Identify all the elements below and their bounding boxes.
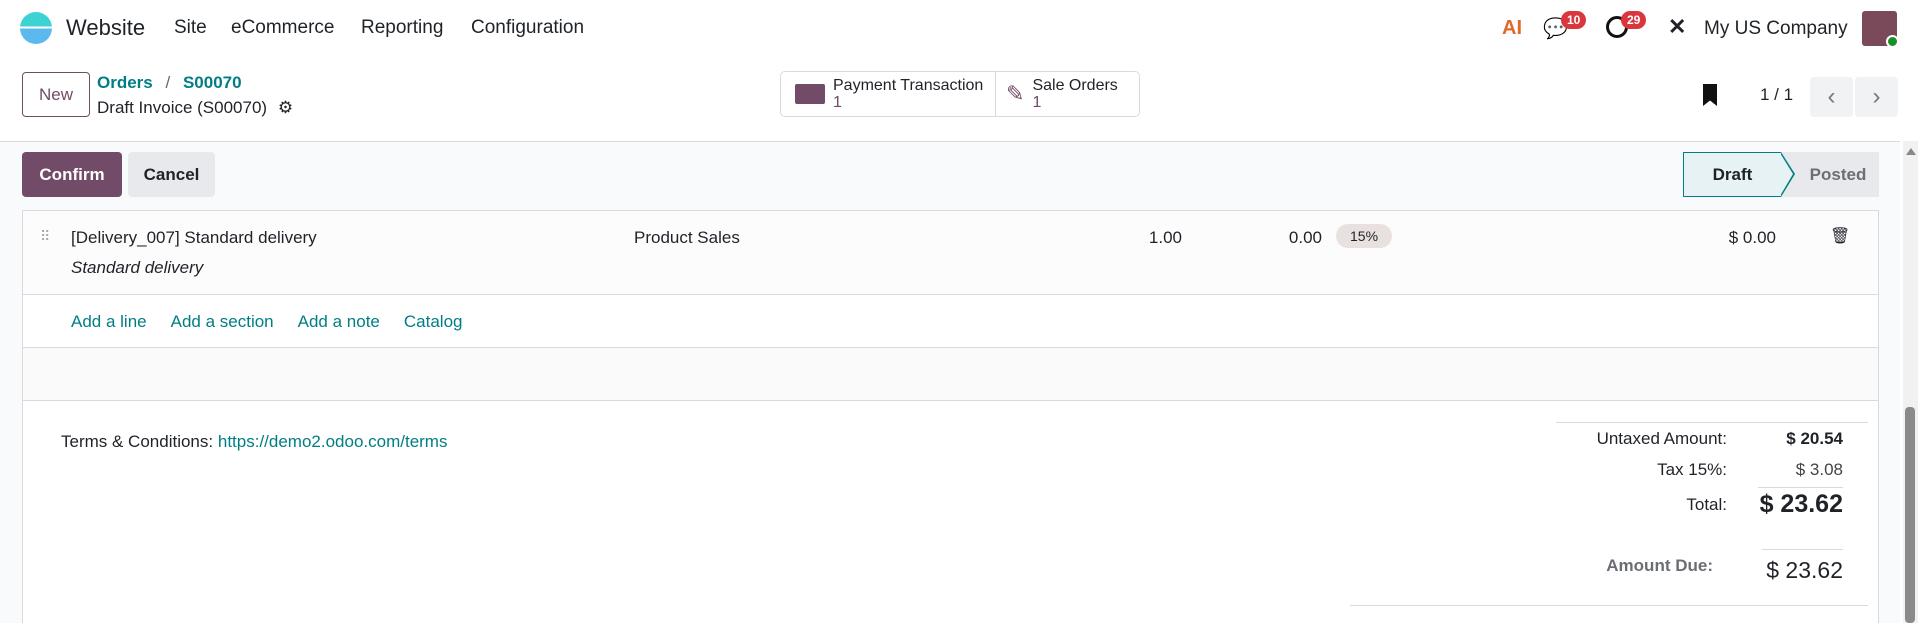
smart-value: 1 xyxy=(1032,94,1042,111)
invoice-line-row[interactable] xyxy=(23,211,1878,294)
cancel-button[interactable]: Cancel xyxy=(128,152,215,197)
tax-value: $ 3.08 xyxy=(1795,460,1843,479)
add-line-link[interactable]: Add a line xyxy=(71,312,147,332)
line-subtotal: $ 0.00 xyxy=(1728,228,1776,247)
menu-reporting[interactable]: Reporting xyxy=(361,17,443,39)
line-quantity[interactable]: 1.00 xyxy=(1082,228,1182,248)
menu-site[interactable]: Site xyxy=(174,17,207,39)
smart-button-group: Payment Transaction 1 ✎ Sale Orders 1 xyxy=(780,71,1140,117)
breadcrumb-orders[interactable]: Orders xyxy=(97,73,153,92)
smart-label: Payment Transaction xyxy=(833,77,984,94)
line-price[interactable]: 0.00 xyxy=(1222,228,1322,248)
online-status-icon xyxy=(1886,35,1899,48)
money-icon xyxy=(795,84,825,104)
line-product[interactable]: [Delivery_007] Standard delivery xyxy=(71,228,317,248)
stage-draft[interactable]: Draft xyxy=(1683,152,1781,197)
amount-due-label: Amount Due: xyxy=(1606,556,1713,575)
divider xyxy=(1350,605,1868,606)
drag-handle-icon[interactable]: ⠿ xyxy=(40,228,50,245)
breadcrumb-separator: / xyxy=(165,73,171,92)
terms-link[interactable]: https://demo2.odoo.com/terms xyxy=(218,432,448,451)
total-label: Total: xyxy=(1686,495,1727,514)
stage-arrow-fill xyxy=(1780,153,1793,196)
payment-transaction-button[interactable]: Payment Transaction 1 xyxy=(781,72,996,116)
empty-row xyxy=(23,348,1878,400)
edit-icon: ✎ xyxy=(1006,81,1025,106)
scrollbar[interactable] xyxy=(1903,141,1918,623)
bookmark-icon[interactable] xyxy=(1703,84,1717,106)
divider xyxy=(1758,487,1843,488)
pager-previous-button[interactable]: ‹ xyxy=(1810,77,1853,117)
gear-icon[interactable]: ⚙ xyxy=(278,98,293,117)
terms: Terms & Conditions: https://demo2.odoo.c… xyxy=(61,432,447,452)
pager-value[interactable]: 1 / 1 xyxy=(1760,85,1793,105)
status-bar: Draft Posted xyxy=(1683,152,1879,197)
untaxed-value: $ 20.54 xyxy=(1786,429,1843,448)
ai-icon[interactable]: AI xyxy=(1502,17,1522,40)
record-title-text: Draft Invoice (S00070) xyxy=(97,98,268,117)
breadcrumb: Orders / S00070 xyxy=(97,73,242,93)
total-value: $ 23.62 xyxy=(1759,490,1843,518)
line-account[interactable]: Product Sales xyxy=(634,228,740,248)
app-logo-icon[interactable] xyxy=(20,12,52,44)
pager-next-button[interactable]: › xyxy=(1855,77,1898,117)
tax-badge[interactable]: 15% xyxy=(1336,224,1393,248)
user-avatar[interactable] xyxy=(1862,11,1899,48)
breadcrumb-order[interactable]: S00070 xyxy=(183,73,242,92)
untaxed-label: Untaxed Amount: xyxy=(1596,429,1727,448)
tax-label: Tax 15%: xyxy=(1657,460,1727,479)
company-switcher[interactable]: My US Company xyxy=(1704,18,1848,40)
activities-badge: 29 xyxy=(1621,11,1647,29)
catalog-link[interactable]: Catalog xyxy=(404,312,463,332)
menu-configuration[interactable]: Configuration xyxy=(471,17,584,39)
app-name[interactable]: Website xyxy=(66,15,145,41)
line-description[interactable]: Standard delivery xyxy=(71,258,203,278)
sale-orders-button[interactable]: ✎ Sale Orders 1 xyxy=(996,72,1139,116)
confirm-button[interactable]: Confirm xyxy=(22,152,122,197)
add-note-link[interactable]: Add a note xyxy=(298,312,380,332)
messages-badge: 10 xyxy=(1561,11,1587,29)
smart-value: 1 xyxy=(833,94,842,111)
record-title: Draft Invoice (S00070) ⚙ xyxy=(97,98,293,118)
scrollbar-thumb[interactable] xyxy=(1905,407,1915,623)
tools-icon[interactable]: ✕ xyxy=(1668,14,1686,40)
menu-ecommerce[interactable]: eCommerce xyxy=(231,17,334,39)
add-section-link[interactable]: Add a section xyxy=(171,312,274,332)
trash-icon[interactable]: 🗑 xyxy=(1830,226,1850,246)
line-actions: Add a line Add a section Add a note Cata… xyxy=(71,312,463,332)
stage-posted[interactable]: Posted xyxy=(1797,152,1879,197)
amount-due-value: $ 23.62 xyxy=(1766,557,1843,583)
scroll-up-icon[interactable] xyxy=(1906,148,1916,155)
smart-label: Sale Orders xyxy=(1032,77,1118,94)
divider xyxy=(1556,422,1868,423)
new-button[interactable]: New xyxy=(22,72,90,117)
top-navbar: Website Site eCommerce Reporting Configu… xyxy=(0,0,1918,57)
divider xyxy=(22,294,1879,295)
divider xyxy=(22,400,1879,401)
divider xyxy=(1762,549,1843,550)
terms-label: Terms & Conditions: xyxy=(61,432,214,451)
